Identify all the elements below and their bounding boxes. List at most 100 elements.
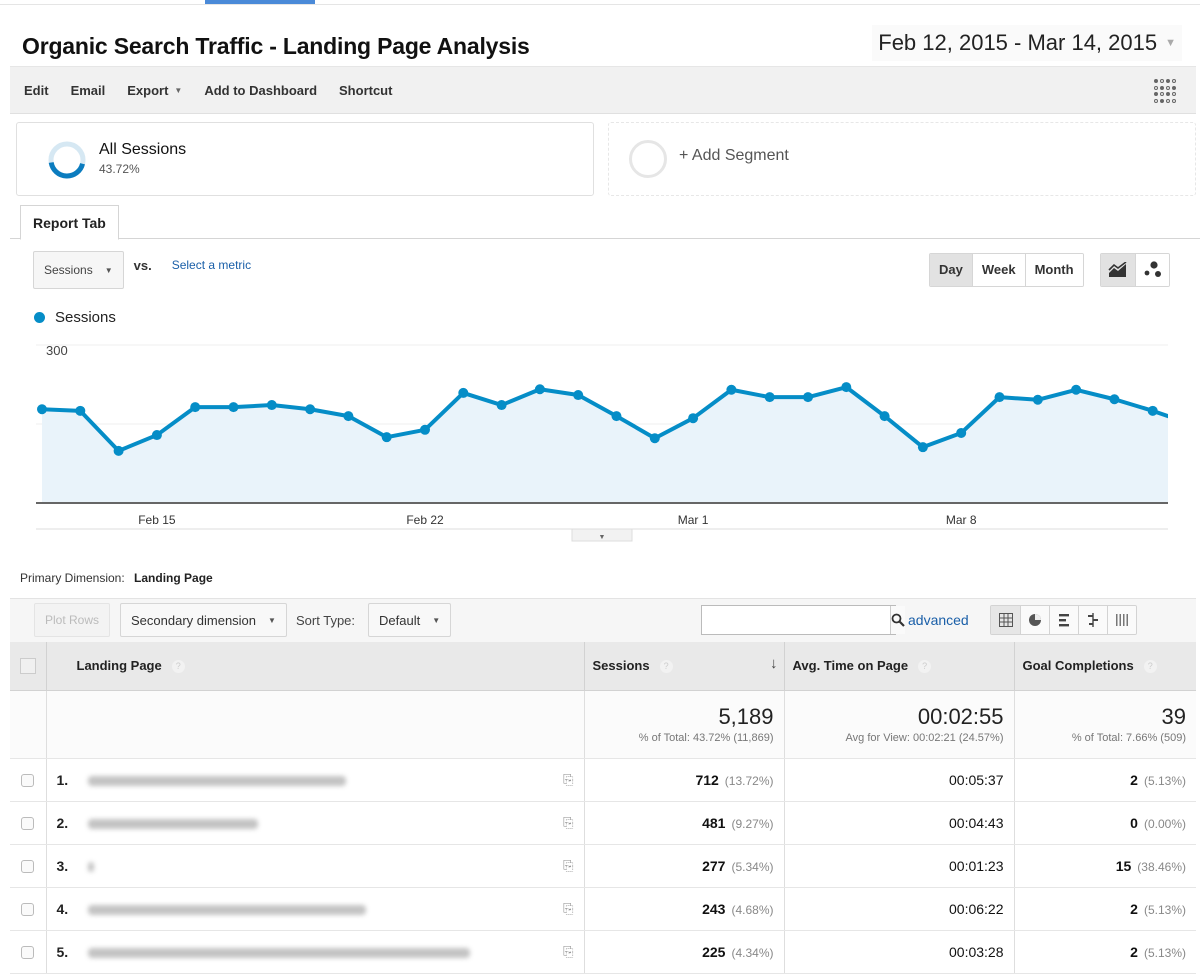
row-checkbox[interactable] [21,817,35,831]
sort-type-dropdown[interactable]: Default ▼ [368,603,452,637]
segment-all-sessions[interactable]: All Sessions 43.72% [16,122,594,196]
column-header-avg-time[interactable]: Avg. Time on Page? [783,642,1014,691]
day-button[interactable]: Day [930,254,972,286]
email-button[interactable]: Email [71,83,106,98]
collapse-chart-handle[interactable]: ▼ [571,528,633,542]
table-row[interactable]: 1. ⎘ 712 (13.72%) 00:05:37 2 (5.13%) [10,758,1196,802]
row-checkbox[interactable] [21,903,35,917]
table-row[interactable]: 2. ⎘ 481 (9.27%) 00:04:43 0 (0.00%) [10,801,1196,845]
table-row[interactable]: 3. ⎘ 277 (5.34%) 00:01:23 15 (38.46%) [10,844,1196,888]
data-point-feb-22[interactable] [420,424,430,435]
column-header-goal-completions[interactable]: Goal Completions? [1013,642,1196,691]
sessions-percent: (13.72%) [724,773,774,788]
data-point-mar-7[interactable] [917,442,928,453]
open-page-link-icon[interactable]: ⎘ [563,944,573,960]
percentage-view-button[interactable] [1020,606,1049,634]
help-icon[interactable]: ? [1143,660,1157,674]
add-segment-button[interactable]: + Add Segment [608,122,1196,196]
export-dropdown[interactable]: Export ▼ [127,83,182,98]
open-page-link-icon[interactable]: ⎘ [563,815,573,831]
open-page-link-icon[interactable]: ⎘ [563,772,573,788]
data-point-feb-12[interactable] [37,404,47,415]
data-point-mar-10[interactable] [1032,394,1043,405]
landing-page-path[interactable] [88,862,95,873]
row-checkbox[interactable] [21,774,35,788]
data-point-feb-19[interactable] [305,404,316,415]
edit-button[interactable]: Edit [24,83,49,98]
row-checkbox[interactable] [21,946,35,960]
data-point-feb-24[interactable] [496,400,507,411]
help-icon[interactable]: ? [918,660,932,674]
landing-page-path-redacted[interactable] [88,948,471,959]
data-point-feb-26[interactable] [573,390,584,401]
percentage-pie-icon [1029,614,1041,626]
data-point-mar-11[interactable] [1071,384,1082,395]
avg-time-value: 00:04:43 [949,814,1004,831]
data-point-feb-25[interactable] [534,384,545,395]
data-point-mar-1[interactable] [688,413,699,424]
sessions-cell: 277 (5.34%) [583,844,784,888]
data-point-feb-15[interactable] [151,430,162,441]
data-point-mar-5[interactable] [841,382,852,393]
shortcut-button[interactable]: Shortcut [339,83,392,98]
column-header-landing-page[interactable]: Landing Page? [45,642,584,691]
data-point-feb-17[interactable] [228,402,239,413]
search-button[interactable] [890,606,905,634]
open-page-link-icon[interactable]: ⎘ [563,901,573,917]
data-point-feb-27[interactable] [611,411,622,422]
data-point-mar-14[interactable] [1186,419,1196,429]
data-point-feb-16[interactable] [190,402,201,413]
secondary-dimension-dropdown[interactable]: Secondary dimension ▼ [120,603,287,637]
primary-dimension-value[interactable]: Landing Page [134,571,213,585]
export-label: Export [127,82,169,98]
data-point-feb-21[interactable] [381,432,392,443]
landing-page-path-redacted[interactable] [88,905,367,916]
data-point-feb-28[interactable] [649,433,660,444]
totals-sessions-cell: 5,189 % of Total: 43.72% (11,869) [583,690,784,759]
advanced-filter-link[interactable]: advanced [908,612,969,628]
data-point-mar-4[interactable] [803,392,813,403]
add-to-dashboard-button[interactable]: Add to Dashboard [204,83,317,98]
goals-percent: (5.13%) [1143,902,1186,917]
table-row[interactable]: 5. ⎘ 225 (4.34%) 00:03:28 2 (5.13%) [10,930,1196,974]
select-metric-link[interactable]: Select a metric [172,258,251,272]
select-all-checkbox[interactable] [19,658,36,675]
data-point-feb-20[interactable] [343,411,354,422]
open-page-link-icon[interactable]: ⎘ [563,858,573,874]
landing-page-path-redacted[interactable] [88,776,347,787]
line-chart-button[interactable] [1101,254,1135,286]
sessions-value: 712 [695,771,719,788]
data-point-mar-6[interactable] [879,411,890,422]
data-point-feb-23[interactable] [458,387,469,398]
sort-descending-icon[interactable]: ↓ [770,655,778,672]
pivot-view-button[interactable] [1107,606,1136,634]
data-table-view-button[interactable] [991,606,1020,634]
comparison-view-button[interactable] [1078,606,1107,634]
plot-rows-button[interactable]: Plot Rows [34,603,111,637]
landing-page-path-redacted[interactable] [88,819,259,830]
date-range-picker[interactable]: Feb 12, 2015 - Mar 14, 2015 ▼ [872,25,1182,61]
customize-grid-icon[interactable] [1154,79,1176,103]
data-point-feb-14[interactable] [113,445,124,456]
performance-view-button[interactable] [1049,606,1078,634]
data-point-feb-13[interactable] [75,405,86,416]
metric-dropdown[interactable]: Sessions ▼ [33,251,124,289]
x-tick-label: Feb 22 [406,513,444,527]
data-point-mar-12[interactable] [1109,394,1120,405]
data-point-mar-9[interactable] [994,392,1005,403]
table-search-input[interactable] [702,606,890,634]
tab-report[interactable]: Report Tab [20,205,119,240]
table-row[interactable]: 4. ⎘ 243 (4.68%) 00:06:22 2 (5.13%) [10,887,1196,931]
help-icon[interactable]: ? [659,660,673,674]
motion-chart-button[interactable] [1135,254,1169,286]
column-header-sessions[interactable]: Sessions? ↓ [583,642,784,691]
data-point-feb-18[interactable] [266,400,277,411]
data-point-mar-2[interactable] [726,384,737,395]
data-point-mar-8[interactable] [956,427,967,438]
week-button[interactable]: Week [971,254,1025,286]
month-button[interactable]: Month [1024,254,1083,286]
help-icon[interactable]: ? [171,660,185,674]
data-point-mar-13[interactable] [1147,405,1158,416]
row-checkbox[interactable] [21,860,35,874]
data-point-mar-3[interactable] [764,392,775,403]
